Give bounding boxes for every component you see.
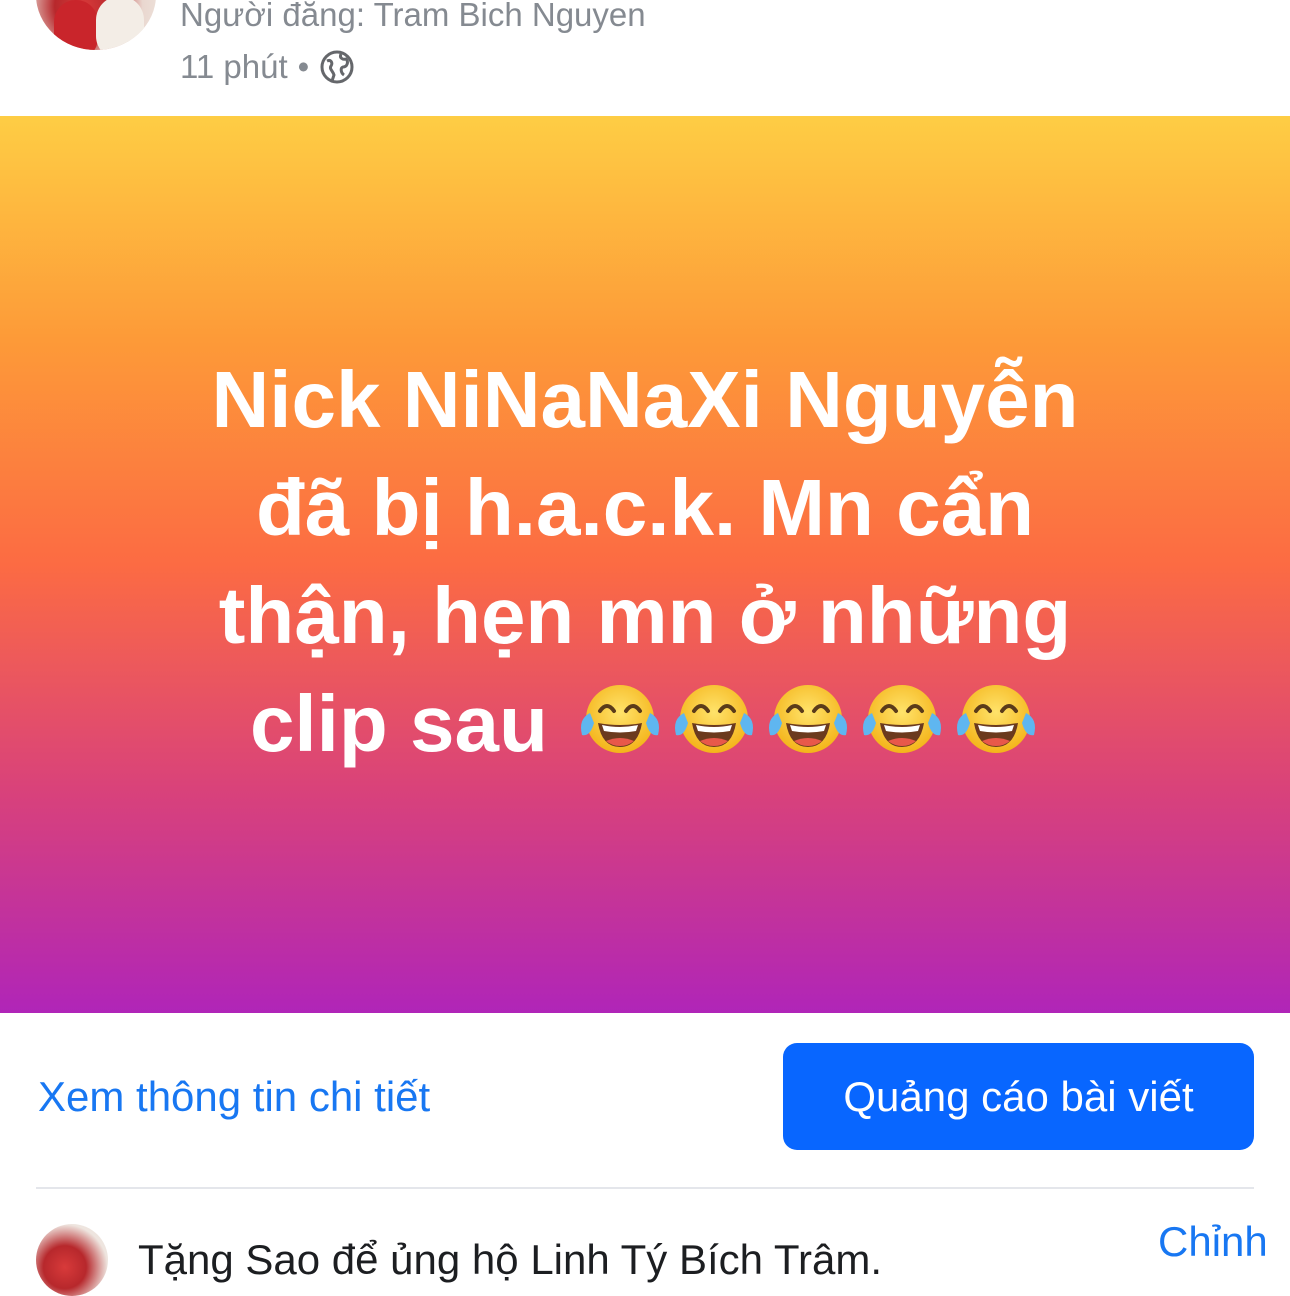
posted-by-label[interactable]: Người đăng: Tram Bich Nguyen	[180, 0, 646, 34]
post-actions: Xem thông tin chi tiết Quảng cáo bài viế…	[0, 1013, 1290, 1188]
post-text-line: thận, hẹn mn ở những	[218, 571, 1072, 660]
stars-support-text: Tặng Sao để ủng hộ Linh Tý Bích Trâm.	[138, 1236, 883, 1283]
laughing-tears-emoji-icon	[957, 685, 1036, 753]
laughing-tears-emoji-icon	[675, 685, 754, 753]
post-text-line: clip sau	[249, 679, 548, 768]
post-text-line: đã bị h.a.c.k. Mn cẩn	[256, 463, 1034, 552]
post-meta: 11 phút •	[180, 48, 355, 86]
author-avatar[interactable]	[36, 0, 156, 50]
promote-post-button[interactable]: Quảng cáo bài viết	[783, 1043, 1254, 1150]
view-details-link[interactable]: Xem thông tin chi tiết	[38, 1073, 430, 1121]
emoji-row	[570, 679, 1040, 768]
post-header: Người đăng: Tram Bich Nguyen 11 phút •	[0, 0, 1290, 116]
post-text: Nick NiNaNaXi Nguyễn đã bị h.a.c.k. Mn c…	[95, 346, 1195, 778]
laughing-tears-emoji-icon	[769, 685, 848, 753]
divider	[36, 1187, 1254, 1189]
post-text-line: Nick NiNaNaXi Nguyễn	[211, 355, 1079, 444]
globe-icon[interactable]	[319, 49, 355, 85]
post-time[interactable]: 11 phút	[180, 48, 288, 86]
post-text-line-last: clip sau	[95, 670, 1195, 778]
laughing-tears-emoji-icon	[581, 685, 660, 753]
page-avatar[interactable]	[36, 1224, 108, 1296]
laughing-tears-emoji-icon	[863, 685, 942, 753]
meta-separator: •	[297, 48, 310, 85]
edit-link[interactable]: Chỉnh	[1158, 1218, 1268, 1266]
post-background-banner: Nick NiNaNaXi Nguyễn đã bị h.a.c.k. Mn c…	[0, 116, 1290, 1013]
